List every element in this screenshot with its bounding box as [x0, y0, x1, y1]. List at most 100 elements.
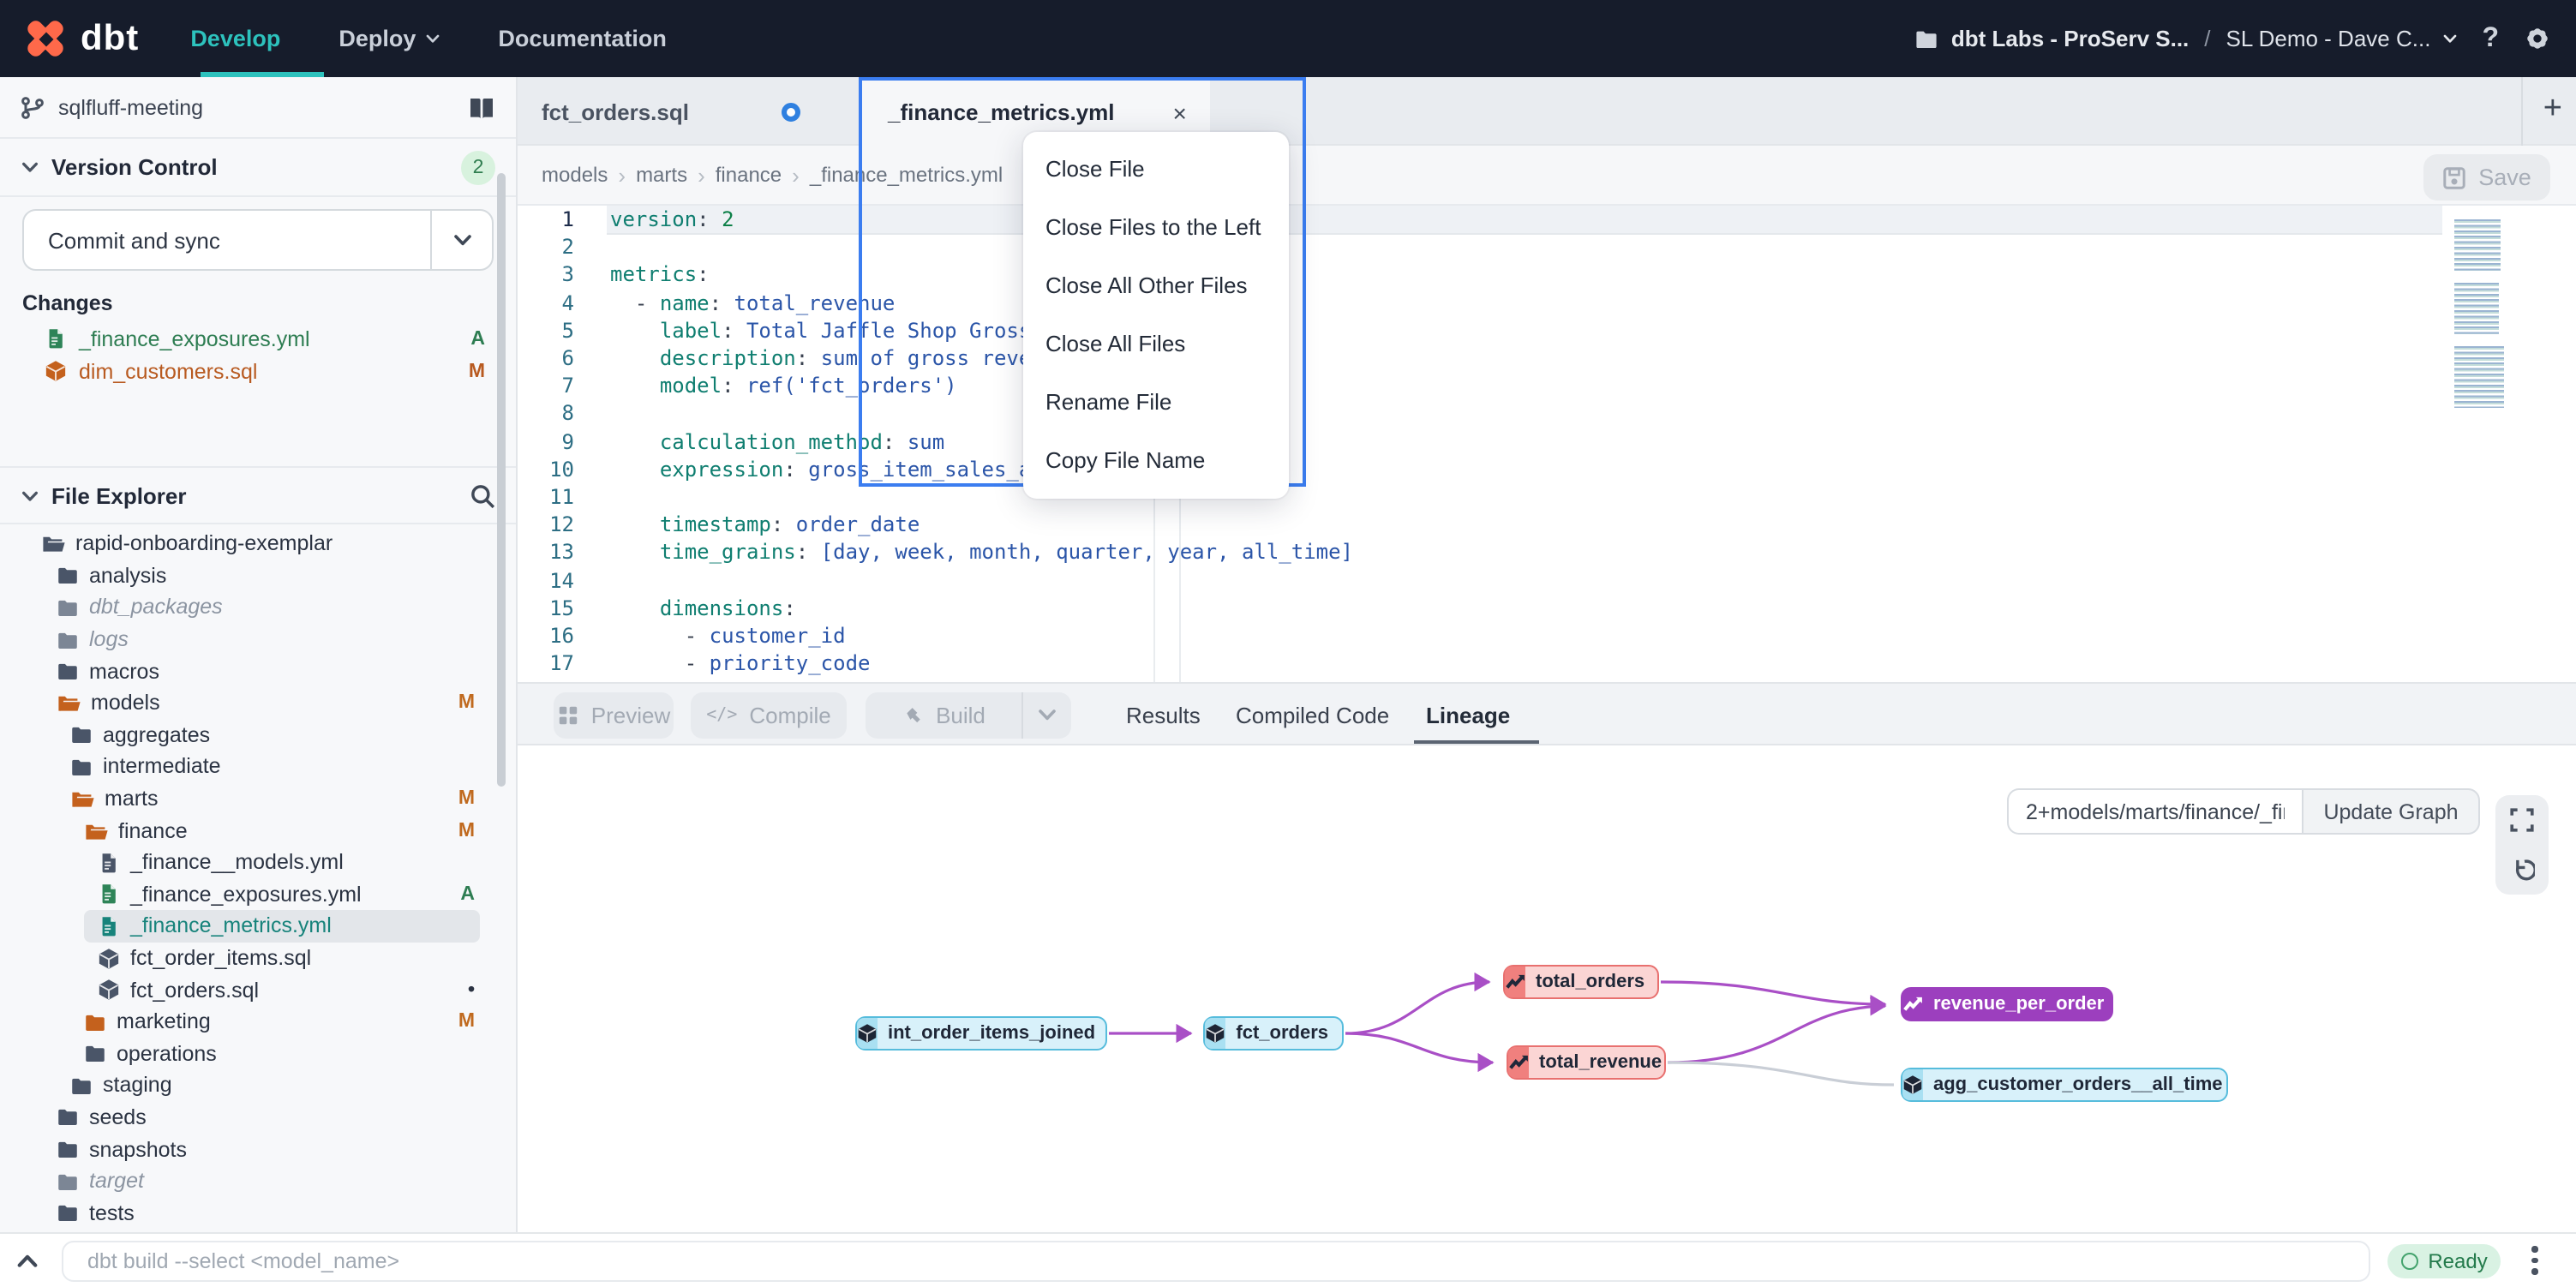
nav-deploy[interactable]: Deploy — [338, 26, 440, 51]
tree-item-aggregates[interactable]: aggregates — [0, 719, 516, 751]
commit-and-sync-button[interactable]: Commit and sync — [22, 209, 494, 271]
tree-item-marts[interactable]: martsM — [0, 783, 516, 815]
tab-context-menu: Close File Close Files to the Left Close… — [1023, 132, 1289, 499]
tab-results[interactable]: Results — [1126, 684, 1201, 745]
dbt-command-input[interactable] — [62, 1241, 2370, 1282]
tree-item-finance-models-yml[interactable]: _finance__models.yml — [0, 847, 516, 878]
lineage-toolbar — [2495, 795, 2549, 895]
help-icon[interactable]: ? — [2482, 23, 2499, 54]
tree-item-fct-order-items-sql[interactable]: fct_order_items.sql — [0, 942, 516, 973]
changes-label: Changes — [0, 271, 516, 322]
nav-documentation[interactable]: Documentation — [498, 26, 667, 51]
folder-icon — [57, 565, 79, 587]
tree-item-finance-metrics-yml[interactable]: _finance_metrics.yml — [0, 910, 516, 942]
changed-file-row[interactable]: _finance_exposures.yml A — [0, 322, 516, 355]
account-project-switcher[interactable]: dbt Labs - ProServ S... / SL Demo - Dave… — [1915, 26, 2459, 51]
kebab-menu-icon[interactable] — [2531, 1246, 2538, 1279]
tree-item-models[interactable]: modelsM — [0, 687, 516, 719]
expand-panel-chevron-icon[interactable] — [15, 1248, 39, 1272]
tree-item-fct-orders-sql[interactable]: fct_orders.sql• — [0, 974, 516, 1006]
tree-item-analysis[interactable]: analysis — [0, 560, 516, 591]
tab-lineage[interactable]: Lineage — [1426, 684, 1510, 745]
breadcrumb: models › marts › finance › _finance_metr… — [518, 146, 2576, 206]
dbt-logo[interactable]: dbt — [24, 17, 139, 60]
breadcrumb-separator: › — [618, 162, 626, 188]
dbt-cloud-ide: dbt Develop Deploy Documentation dbt Lab… — [0, 0, 2576, 1287]
breadcrumb-marts[interactable]: marts — [636, 163, 687, 187]
metric-trend-icon — [1902, 989, 1923, 1020]
menu-item-copy-file-name[interactable]: Copy File Name — [1023, 430, 1289, 488]
lineage-panel: Update Graph int_order_items_joined — [518, 745, 2576, 1232]
floppy-save-icon — [2442, 165, 2466, 189]
tree-item-finance-exposures-yml[interactable]: _finance_exposures.ymlA — [0, 878, 516, 910]
nav-links: Develop Deploy Documentation — [190, 26, 667, 51]
preview-grid-icon — [557, 703, 579, 726]
version-control-header[interactable]: Version Control 2 — [0, 139, 516, 197]
lineage-node-total-revenue[interactable]: total_revenue — [1507, 1045, 1666, 1080]
model-cube-icon — [1205, 1018, 1225, 1049]
tree-item-finance[interactable]: financeM — [0, 815, 516, 847]
menu-item-rename-file[interactable]: Rename File — [1023, 372, 1289, 430]
tree-item-intermediate[interactable]: intermediate — [0, 751, 516, 782]
build-button[interactable]: Build — [866, 691, 1023, 738]
sidebar: sqlfluff-meeting Version Control 2 Commi… — [0, 77, 518, 1232]
update-graph-button[interactable]: Update Graph — [2302, 788, 2480, 835]
tree-item-dbt-packages[interactable]: dbt_packages — [0, 591, 516, 623]
code-line-14: 14 — [518, 566, 2576, 594]
reset-view-icon[interactable] — [2509, 857, 2535, 883]
folder-icon — [57, 660, 79, 682]
gear-icon[interactable] — [2523, 24, 2552, 53]
tree-item-snapshots[interactable]: snapshots — [0, 1134, 516, 1165]
tab-fct-orders-sql[interactable]: fct_orders.sql — [518, 77, 859, 146]
folder-open-icon — [57, 691, 81, 715]
search-icon[interactable] — [470, 482, 495, 508]
fullscreen-icon[interactable] — [2509, 807, 2535, 833]
breadcrumb-finance[interactable]: finance — [716, 163, 782, 187]
file-explorer-header[interactable]: File Explorer — [0, 466, 516, 524]
tree-item-logs[interactable]: logs — [0, 624, 516, 655]
tree-scrollbar[interactable] — [497, 173, 506, 787]
build-options-dropdown[interactable] — [1023, 691, 1071, 738]
tree-item-macros[interactable]: macros — [0, 655, 516, 687]
tree-item-operations[interactable]: operations — [0, 1038, 516, 1069]
save-button[interactable]: Save — [2423, 154, 2550, 201]
folder-icon — [84, 1010, 106, 1033]
lineage-node-agg-customer-orders-all-time[interactable]: agg_customer_orders__all_time — [1901, 1068, 2228, 1102]
tree-item-target[interactable]: target — [0, 1165, 516, 1197]
lineage-node-fct-orders[interactable]: fct_orders — [1203, 1016, 1344, 1051]
lineage-node-int-order-items-joined[interactable]: int_order_items_joined — [855, 1016, 1107, 1051]
commit-options-dropdown[interactable] — [430, 211, 492, 269]
menu-item-close-files-left[interactable]: Close Files to the Left — [1023, 197, 1289, 255]
tab-compiled-code[interactable]: Compiled Code — [1236, 684, 1389, 745]
lineage-selector-input[interactable] — [2007, 788, 2302, 835]
changed-file-row[interactable]: dim_customers.sql M — [0, 355, 516, 387]
code-editor[interactable]: 1version: 223metrics:4 - name: total_rev… — [518, 206, 2576, 682]
preview-button[interactable]: Preview — [554, 691, 674, 738]
menu-item-close-file[interactable]: Close File — [1023, 139, 1289, 197]
breadcrumb-slash: / — [2201, 26, 2214, 51]
code-line-1: 1version: 2 — [518, 206, 2576, 233]
compile-button[interactable]: </> Compile — [691, 691, 847, 738]
breadcrumb-current-file: _finance_metrics.yml — [810, 163, 1003, 187]
breadcrumb-models[interactable]: models — [542, 163, 608, 187]
tree-item-project-root[interactable]: rapid-onboarding-exemplar — [0, 528, 516, 560]
tree-item-staging[interactable]: staging — [0, 1069, 516, 1101]
tree-item-seeds[interactable]: seeds — [0, 1101, 516, 1133]
new-tab-button[interactable]: + — [2543, 91, 2562, 129]
close-tab-icon[interactable]: × — [1172, 99, 1186, 126]
nav-develop[interactable]: Develop — [190, 26, 280, 51]
chevron-down-icon — [424, 31, 440, 46]
tree-item-marketing[interactable]: marketingM — [0, 1006, 516, 1038]
tree-item-tests[interactable]: tests — [0, 1197, 516, 1229]
menu-item-close-all[interactable]: Close All Files — [1023, 314, 1289, 372]
changes-count-badge: 2 — [461, 150, 495, 184]
lineage-node-revenue-per-order[interactable]: revenue_per_order — [1901, 987, 2113, 1021]
menu-item-close-all-other[interactable]: Close All Other Files — [1023, 255, 1289, 314]
unsaved-indicator-icon — [782, 102, 800, 121]
folder-icon — [57, 596, 79, 619]
editor-minimap[interactable] — [2454, 219, 2506, 408]
lineage-node-total-orders[interactable]: total_orders — [1503, 965, 1659, 999]
folder-icon — [84, 1043, 106, 1065]
file-explorer-title: File Explorer — [51, 482, 187, 508]
docs-book-icon[interactable] — [468, 95, 495, 119]
